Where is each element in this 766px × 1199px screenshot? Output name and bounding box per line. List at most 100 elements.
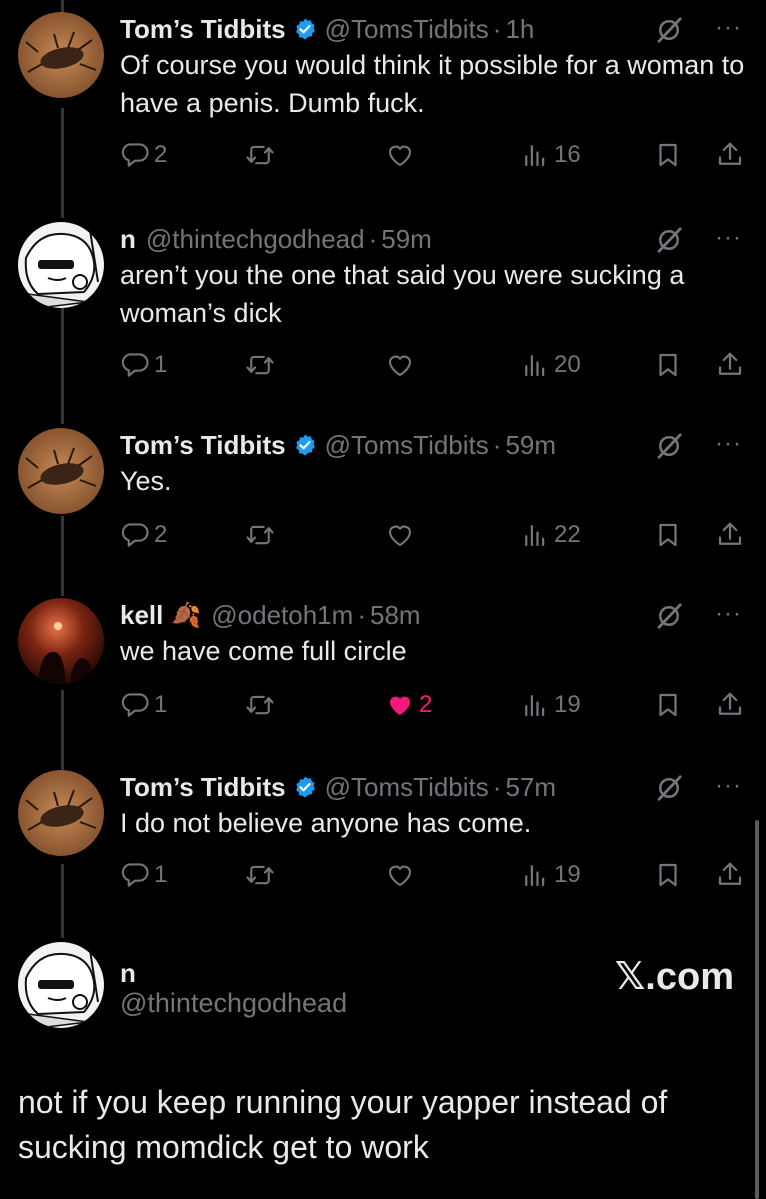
share-button[interactable]: [715, 857, 745, 893]
share-button[interactable]: [715, 347, 745, 383]
like-button[interactable]: [385, 347, 419, 383]
share-button[interactable]: [715, 687, 745, 723]
retweet-icon: [245, 350, 275, 380]
author-name[interactable]: n: [120, 224, 136, 255]
views-button[interactable]: 19: [520, 857, 581, 893]
like-button[interactable]: [385, 857, 419, 893]
tweet-content: n @thintechgodhead · 59m ··· aren’t you the o…: [120, 222, 746, 332]
like-button[interactable]: [385, 517, 419, 553]
like-button[interactable]: 2: [385, 687, 432, 723]
views-icon: [520, 690, 550, 720]
author-handle[interactable]: @TomsTidbits: [325, 14, 489, 45]
reply-button[interactable]: 1: [120, 347, 167, 383]
focused-tweet-text: not if you keep running your yapper inst…: [18, 1084, 668, 1165]
more-icon[interactable]: ···: [715, 224, 742, 252]
author-name[interactable]: Tom’s Tidbits: [120, 772, 286, 803]
timestamp[interactable]: 57m: [505, 772, 556, 803]
views-count: 16: [554, 141, 581, 168]
heart-icon: [385, 690, 415, 720]
views-button[interactable]: 20: [520, 347, 581, 383]
more-icon[interactable]: ···: [715, 430, 742, 458]
grok-icon[interactable]: [654, 773, 684, 803]
tweet-header: Tom’s Tidbits @TomsTidbits · 1h ···: [120, 12, 746, 46]
grok-icon[interactable]: [654, 225, 684, 255]
tweet-header: Tom’s Tidbits @TomsTidbits · 57m ···: [120, 770, 746, 804]
bookmark-icon: [653, 690, 683, 720]
timestamp[interactable]: 1h: [505, 14, 534, 45]
retweet-button[interactable]: [245, 347, 279, 383]
verified-badge-icon: [293, 433, 317, 457]
author-handle[interactable]: @thintechgodhead: [120, 988, 347, 1019]
reply-button[interactable]: 1: [120, 857, 167, 893]
leaf-emoji: 🍂: [171, 601, 202, 629]
like-button[interactable]: [385, 137, 419, 173]
avatar[interactable]: [18, 942, 104, 1028]
reply-icon: [120, 140, 150, 170]
timestamp[interactable]: 59m: [505, 430, 556, 461]
thread-line: [61, 308, 64, 424]
author-handle[interactable]: @TomsTidbits: [325, 430, 489, 461]
verified-badge-icon: [293, 17, 317, 41]
views-button[interactable]: 19: [520, 687, 581, 723]
grok-icon[interactable]: [654, 15, 684, 45]
share-button[interactable]: [715, 137, 745, 173]
avatar[interactable]: [18, 770, 104, 856]
reply-button[interactable]: 1: [120, 687, 167, 723]
bookmark-button[interactable]: [653, 687, 683, 723]
more-icon[interactable]: ···: [715, 772, 742, 800]
timestamp[interactable]: 58m: [370, 600, 421, 631]
retweet-button[interactable]: [245, 517, 279, 553]
views-icon: [520, 140, 550, 170]
avatar[interactable]: [18, 598, 104, 684]
separator-dot: ·: [492, 771, 502, 802]
tweet-text: Yes.: [120, 466, 172, 496]
avatar[interactable]: [18, 428, 104, 514]
author-handle[interactable]: @thintechgodhead: [146, 224, 365, 255]
reply-button[interactable]: 2: [120, 137, 167, 173]
scrollbar[interactable]: [755, 820, 759, 1199]
views-button[interactable]: 16: [520, 137, 581, 173]
share-button[interactable]: [715, 517, 745, 553]
retweet-icon: [245, 140, 275, 170]
views-count: 19: [554, 861, 581, 888]
author-handle[interactable]: @TomsTidbits: [325, 772, 489, 803]
share-icon: [715, 520, 745, 550]
grok-icon[interactable]: [654, 601, 684, 631]
heart-icon: [385, 350, 415, 380]
more-icon[interactable]: ···: [715, 600, 742, 628]
tweet-text: I do not believe anyone has come.: [120, 808, 532, 838]
author-name[interactable]: Tom’s Tidbits: [120, 430, 286, 461]
bookmark-icon: [653, 350, 683, 380]
author-handle[interactable]: @odetoh1m: [211, 600, 353, 631]
replies-count: 2: [154, 141, 168, 168]
timestamp[interactable]: 59m: [381, 224, 432, 255]
tweet-actions: 1 19: [120, 857, 750, 893]
retweet-button[interactable]: [245, 687, 279, 723]
retweet-icon: [245, 520, 275, 550]
verified-badge-icon: [293, 775, 317, 799]
author-name[interactable]: kell: [120, 600, 163, 631]
grok-icon[interactable]: [654, 431, 684, 461]
views-icon: [520, 520, 550, 550]
avatar[interactable]: [18, 222, 104, 308]
reply-button[interactable]: 2: [120, 517, 167, 553]
author-name[interactable]: Tom’s Tidbits: [120, 14, 286, 45]
avatar[interactable]: [18, 12, 104, 98]
views-count: 20: [554, 351, 581, 378]
views-icon: [520, 350, 550, 380]
tweet-content: Tom’s Tidbits @TomsTidbits · 57m ··· I do not…: [120, 770, 746, 842]
thread-line: [61, 864, 64, 938]
share-icon: [715, 140, 745, 170]
bookmark-button[interactable]: [653, 517, 683, 553]
bookmark-button[interactable]: [653, 347, 683, 383]
bookmark-button[interactable]: [653, 137, 683, 173]
retweet-button[interactable]: [245, 137, 279, 173]
author-name[interactable]: n: [120, 958, 136, 989]
reply-icon: [120, 520, 150, 550]
x-brand-watermark: 𝕏.com: [614, 956, 734, 998]
more-icon[interactable]: ···: [715, 14, 742, 42]
views-button[interactable]: 22: [520, 517, 581, 553]
bookmark-button[interactable]: [653, 857, 683, 893]
retweet-button[interactable]: [245, 857, 279, 893]
separator-dot: ·: [357, 599, 366, 630]
